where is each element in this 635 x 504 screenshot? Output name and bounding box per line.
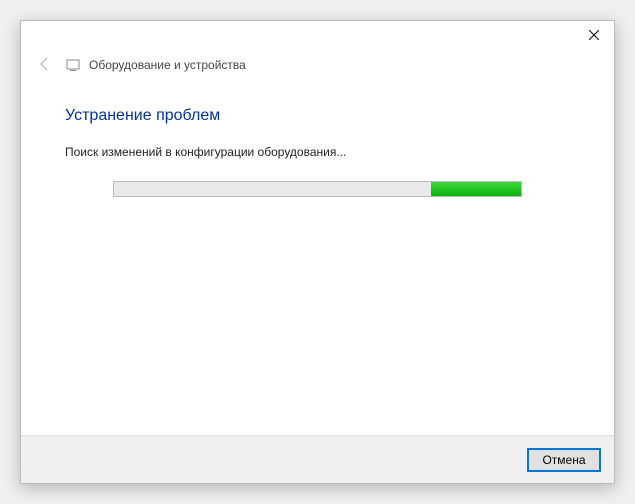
header-title: Оборудование и устройства bbox=[89, 58, 246, 72]
footer: Отмена bbox=[21, 435, 614, 483]
content-area: Устранение проблем Поиск изменений в кон… bbox=[21, 79, 614, 435]
progress-bar bbox=[113, 181, 522, 197]
close-button[interactable] bbox=[574, 22, 614, 50]
close-icon bbox=[589, 29, 599, 43]
arrow-left-icon bbox=[37, 56, 53, 75]
troubleshooter-window: Оборудование и устройства Устранение про… bbox=[20, 20, 615, 484]
header-row: Оборудование и устройства bbox=[21, 51, 614, 79]
back-button bbox=[33, 53, 57, 77]
progress-container bbox=[65, 181, 570, 197]
cancel-button[interactable]: Отмена bbox=[528, 449, 600, 471]
progress-fill bbox=[431, 182, 521, 196]
titlebar bbox=[21, 21, 614, 51]
status-text: Поиск изменений в конфигурации оборудова… bbox=[65, 145, 570, 159]
device-icon bbox=[65, 57, 81, 73]
page-heading: Устранение проблем bbox=[65, 107, 570, 125]
